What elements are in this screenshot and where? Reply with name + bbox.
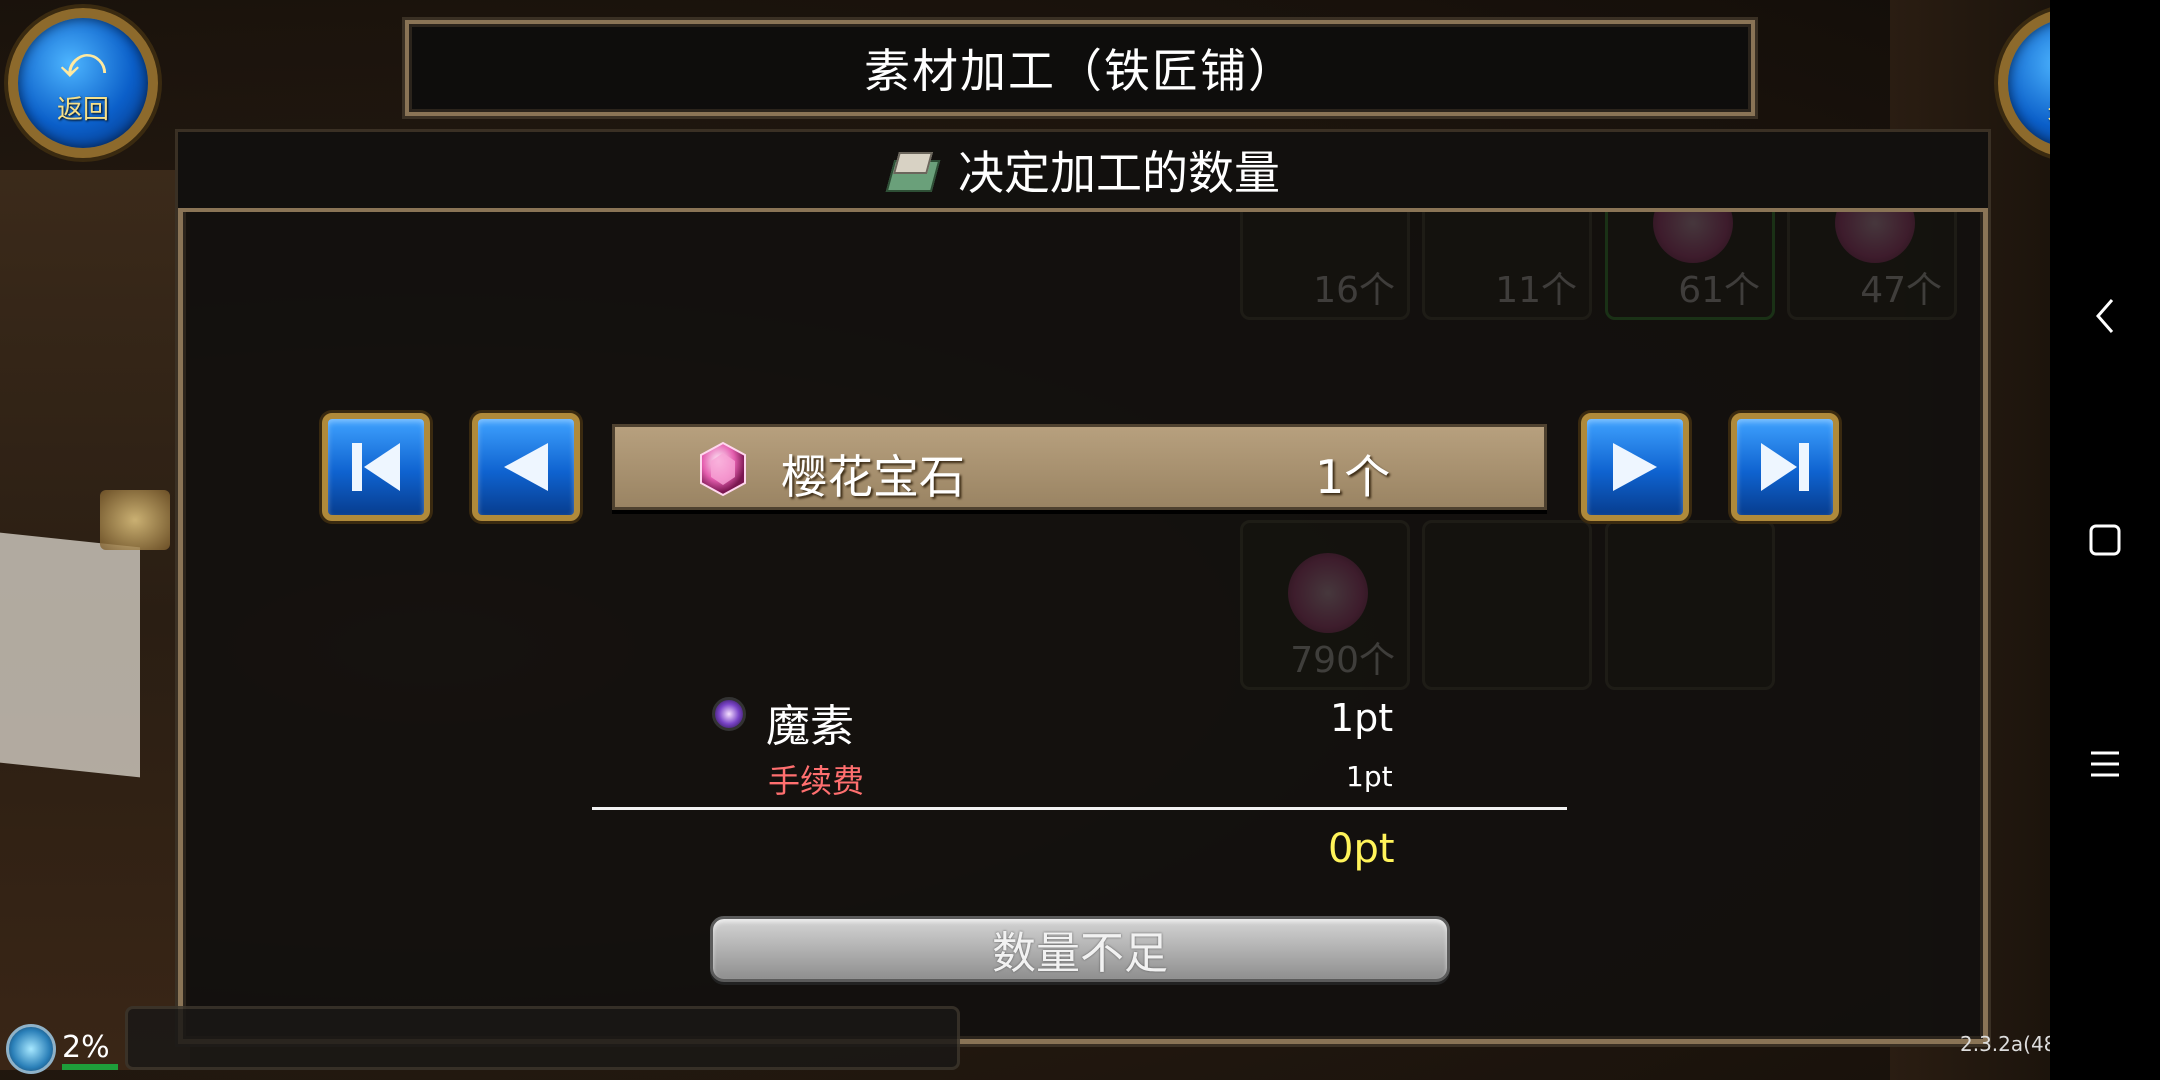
dialog-header: 决定加工的数量 [178,132,1988,212]
slot-count: 61个 [1678,270,1760,311]
material-book-icon [886,148,938,192]
previous-item-button[interactable] [472,413,580,521]
cost-divider [592,807,1567,810]
arrow-right-icon [1613,443,1657,491]
fee-value: 1pt [1346,760,1393,793]
page-title: 素材加工（铁匠铺） [864,44,1296,98]
back-chevron-icon[interactable] [2050,276,2160,356]
progress-orb-icon [6,1024,56,1074]
first-item-button[interactable] [322,413,430,521]
progress-percent: 2% [62,1030,110,1065]
last-item-button[interactable] [1731,413,1839,521]
material-name: 魔素 [766,701,854,752]
total-value: 0pt [1328,826,1395,872]
mana-orb-icon [712,697,746,731]
insufficient-quantity-button[interactable]: 数量不足 [710,916,1450,982]
back-label: 返回 [56,94,109,125]
inventory-slot [1422,520,1592,690]
menu-icon[interactable] [2050,724,2160,804]
pink-gem-icon [700,441,746,497]
back-button[interactable]: ⤺ 返回 [8,8,158,158]
bottom-item-bar [125,1006,960,1070]
slot-count: 790个 [1290,640,1395,681]
arrow-left-icon [504,443,548,491]
window-title-bar: 素材加工（铁匠铺） [405,20,1755,116]
item-quantity: 1个 [1315,450,1391,504]
game-screen: 素材加工（铁匠铺） 16个 11个 61个 47个 790个 决定加工的数量 樱… [0,0,2160,1080]
skip-first-icon [352,443,400,491]
inventory-slot: 790个 [1240,520,1410,690]
slot-count: 47个 [1860,270,1942,311]
return-arrow-icon: ⤺ [59,36,107,88]
square-icon[interactable] [2050,500,2160,580]
system-nav-bar [2050,0,2160,1080]
slot-count: 11个 [1495,270,1577,311]
material-value: 1pt [1330,696,1394,740]
skip-last-icon [1761,443,1809,491]
background-paper [0,532,140,778]
item-name: 樱花宝石 [781,450,965,504]
pink-gem-icon [1288,553,1368,633]
slot-count: 16个 [1313,270,1395,311]
version-label: 2.3.2a(48) [1960,1032,2065,1056]
selected-item-bar: 樱花宝石 1个 [612,424,1547,510]
fee-label: 手续费 [768,762,865,800]
dialog-title: 决定加工的数量 [958,146,1280,200]
background-lamp [100,490,170,550]
progress-bar [62,1064,118,1070]
inventory-slot [1605,520,1775,690]
next-item-button[interactable] [1581,413,1689,521]
